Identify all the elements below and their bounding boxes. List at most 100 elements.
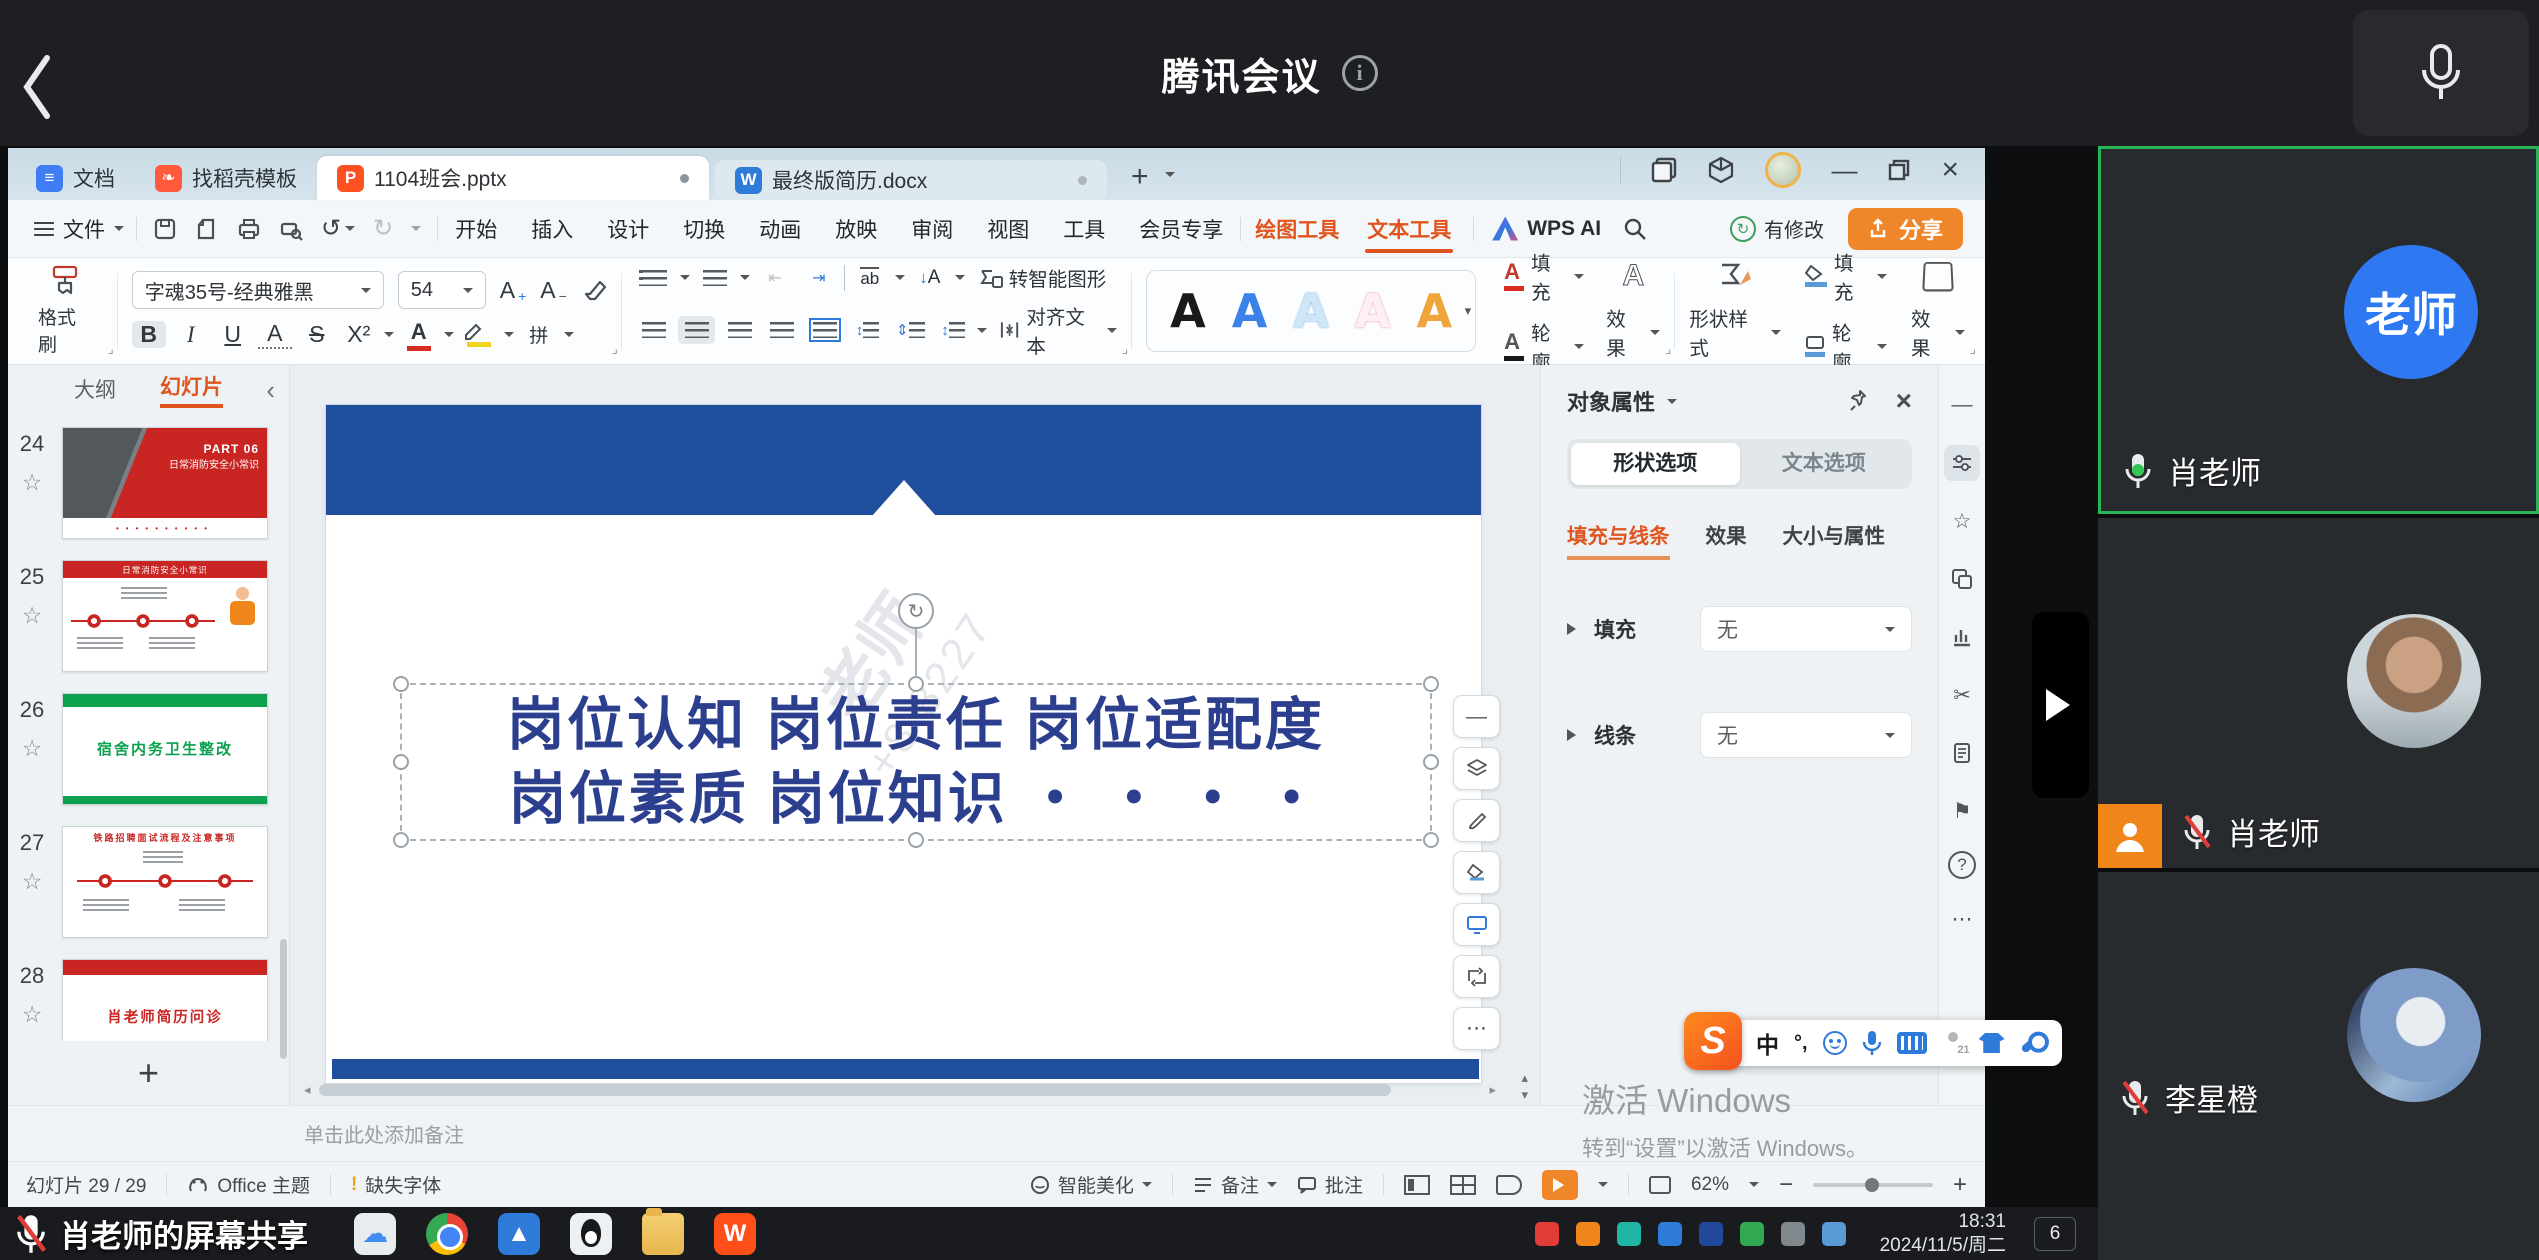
ime-skin-icon[interactable]	[1979, 1033, 2005, 1053]
slide-thumb-27[interactable]: 27☆ 铁路招聘面试流程及注意事项	[8, 826, 281, 938]
thumbnail[interactable]: 宿舍内务卫生整改	[62, 693, 268, 805]
bullets-caret[interactable]	[680, 275, 690, 285]
group-expand-icon[interactable]: ⌟	[1665, 341, 1671, 357]
group-expand-icon[interactable]: ⌟	[108, 341, 114, 357]
tab-pptx[interactable]: P 1104班会.pptx	[317, 156, 709, 200]
wordart-style-4[interactable]: A	[1355, 284, 1391, 338]
new-slide-button[interactable]: +	[138, 1055, 159, 1091]
increase-indent-button[interactable]: ⇥	[800, 264, 838, 292]
wps-ai-button[interactable]: WPS AI	[1482, 217, 1611, 241]
wordart-style-3[interactable]: A	[1293, 284, 1329, 338]
numbering-caret[interactable]	[740, 275, 750, 285]
participant-tile[interactable]: 李星橙	[2098, 872, 2539, 1260]
print-preview-button[interactable]	[279, 217, 303, 241]
share-button[interactable]: 分享	[1848, 208, 1963, 250]
menu-view[interactable]: 视图	[970, 214, 1046, 244]
missing-font-warning[interactable]: ! 缺失字体	[351, 1171, 441, 1198]
star-icon[interactable]: ☆	[22, 602, 43, 629]
tab-docs-home[interactable]: ≡ 文档	[16, 156, 135, 200]
dock-properties-button[interactable]	[1944, 445, 1980, 481]
info-icon[interactable]: i	[1342, 55, 1378, 91]
undo-caret[interactable]	[345, 226, 355, 236]
menu-text-tools[interactable]: 文本工具	[1353, 214, 1465, 244]
increase-font-button[interactable]: A+	[500, 277, 527, 304]
bullets-button[interactable]	[636, 264, 674, 292]
fill-select[interactable]: 无	[1700, 606, 1912, 652]
restore-button[interactable]	[1887, 158, 1911, 182]
bold-button[interactable]: B	[132, 321, 166, 348]
star-icon[interactable]: ☆	[22, 469, 43, 496]
dock-favorites-button[interactable]: ☆	[1944, 503, 1980, 539]
modified-status[interactable]: ↻ 有修改	[1730, 214, 1824, 243]
resize-handle-s[interactable]	[908, 832, 924, 848]
wordart-more-button[interactable]: ▾	[1465, 303, 1472, 319]
collapse-panel-button[interactable]: ‹	[266, 375, 275, 406]
superscript-button[interactable]: X²	[342, 321, 376, 348]
wordart-style-5[interactable]: A	[1416, 284, 1452, 338]
ime-settings-icon[interactable]	[2020, 1032, 2044, 1054]
notes-toggle[interactable]: 备注	[1193, 1171, 1277, 1198]
chrome-icon[interactable]	[426, 1213, 468, 1255]
menu-design[interactable]: 设计	[590, 214, 666, 244]
play-options-caret[interactable]	[1598, 1182, 1608, 1192]
line-spacing-button[interactable]: ↕	[935, 316, 972, 344]
file-explorer-icon[interactable]	[642, 1213, 684, 1255]
tray-icon-5[interactable]	[1699, 1222, 1723, 1246]
distribute-button[interactable]	[807, 316, 844, 344]
tab-shape-options[interactable]: 形状选项	[1571, 443, 1740, 485]
ime-mic-icon[interactable]	[1862, 1030, 1882, 1056]
lanzou-app-icon[interactable]: ▲	[498, 1213, 540, 1255]
resize-handle-e[interactable]	[1423, 754, 1439, 770]
rotate-handle[interactable]: ↻	[898, 593, 934, 629]
collapse-toolbar-button[interactable]: —	[1453, 695, 1500, 738]
slide-thumb-28[interactable]: 28☆ 肖老师简历问诊	[8, 959, 281, 1041]
align-left-button[interactable]	[636, 316, 673, 344]
account-avatar[interactable]	[1765, 152, 1801, 188]
transition-button[interactable]	[1453, 955, 1500, 998]
align-center-button[interactable]	[678, 316, 715, 344]
subtab-fill-line[interactable]: 填充与线条	[1567, 519, 1670, 560]
text-effect-a-icon[interactable]: A	[1622, 261, 1644, 291]
smart-beautify-button[interactable]: 智能美化	[1030, 1171, 1152, 1198]
zoom-knob[interactable]	[1865, 1178, 1879, 1192]
tab-docx[interactable]: W 最终版简历.docx	[715, 160, 1107, 200]
resize-handle-w[interactable]	[393, 754, 409, 770]
brush-button[interactable]	[1453, 799, 1500, 842]
slide-text-line1[interactable]: 岗位认知 岗位责任 岗位适配度	[507, 688, 1325, 762]
fit-slide-button[interactable]	[1649, 1176, 1671, 1194]
print-button[interactable]	[237, 217, 261, 241]
taskbar-clock[interactable]: 18:31 2024/11/5/周二	[1880, 1210, 2006, 1258]
3d-box-icon[interactable]	[1707, 156, 1735, 184]
line-label-wrap[interactable]: 线条	[1567, 720, 1636, 750]
close-button[interactable]: ×	[1941, 153, 1959, 187]
resize-handle-ne[interactable]	[1423, 676, 1439, 692]
shape-effect-button[interactable]: 效果	[1911, 303, 1965, 361]
reading-view-button[interactable]	[1496, 1175, 1522, 1195]
shape-style-button[interactable]: 形状样式	[1689, 303, 1781, 361]
font-name-select[interactable]: 字魂35号-经典雅黑	[132, 271, 384, 309]
qat-caret[interactable]	[411, 226, 421, 236]
char-spacing-button[interactable]: A	[258, 320, 292, 349]
participant-tile-sharing[interactable]: 肖老师	[2098, 518, 2539, 868]
slide-thumb-24[interactable]: 24☆ PART 06日常消防安全小常识 ••••••••••	[8, 427, 281, 539]
more-tools-button[interactable]: ⋯	[1453, 1007, 1500, 1050]
tray-icon-8[interactable]	[1822, 1222, 1846, 1246]
slide-thumb-26[interactable]: 26☆ 宿舍内务卫生整改	[8, 693, 281, 805]
dock-help-button[interactable]: ?	[1948, 851, 1976, 879]
shape-fill-button[interactable]: 填充	[1805, 247, 1887, 305]
decrease-indent-button[interactable]: ⇤	[756, 264, 794, 292]
strikethrough-button[interactable]: S	[300, 321, 334, 348]
tray-icon-2[interactable]	[1576, 1222, 1600, 1246]
scroll-right-arrow[interactable]: ▸	[1489, 1082, 1496, 1098]
menu-insert[interactable]: 插入	[514, 214, 590, 244]
character-tool-button[interactable]: ab	[851, 264, 889, 292]
convert-smart-button[interactable]: 转智能图形	[979, 263, 1107, 292]
comments-toggle[interactable]: 批注	[1297, 1171, 1363, 1198]
redo-button[interactable]: ↻	[373, 214, 393, 243]
numbering-button[interactable]	[696, 264, 734, 292]
star-icon[interactable]: ☆	[22, 1001, 43, 1028]
panel-scrollbar[interactable]	[280, 939, 287, 1059]
line-select[interactable]: 无	[1700, 712, 1912, 758]
dock-collapse-button[interactable]: —	[1944, 387, 1980, 423]
menu-member[interactable]: 会员专享	[1122, 214, 1240, 244]
